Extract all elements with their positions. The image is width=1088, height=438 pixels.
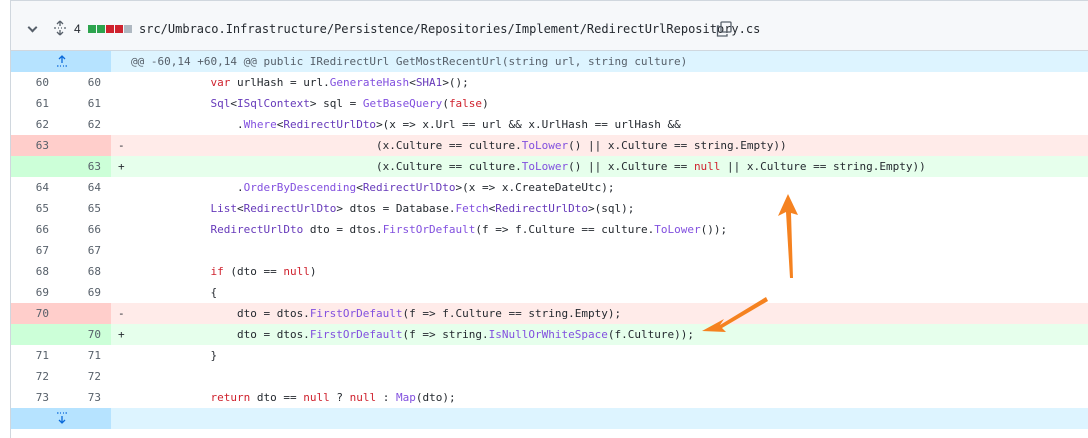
diff-file-frame: 4 src/Umbraco.Infrastructure/Persistence… [10, 0, 1088, 438]
context-line-row: 69 69 { [11, 282, 1088, 303]
changed-lines-count: 4 [74, 22, 81, 36]
context-line-row: 67 67 [11, 240, 1088, 261]
code-line: (x.Culture == culture.ToLower() || x.Cul… [131, 160, 926, 173]
code-line: .OrderByDescending<RedirectUrlDto>(x => … [131, 181, 615, 194]
context-line-row: 71 71 } [11, 345, 1088, 366]
code-line: (x.Culture == culture.ToLower() || x.Cul… [131, 139, 787, 152]
old-line-number[interactable]: 69 [11, 282, 49, 303]
code-line: RedirectUrlDto dto = dtos.FirstOrDefault… [210, 223, 728, 236]
code-line: return dto == null ? null : Map(dto); [210, 391, 456, 404]
new-line-number[interactable]: 66 [61, 219, 101, 240]
new-line-number[interactable]: 70 [61, 324, 101, 345]
new-line-number[interactable]: 65 [61, 198, 101, 219]
code-line: dto = dtos.FirstOrDefault(f => string.Is… [131, 328, 694, 341]
context-line-row: 65 65 List<RedirectUrlDto> dtos = Databas… [11, 198, 1088, 219]
new-line-number[interactable]: 60 [61, 72, 101, 93]
context-line-row: 66 66 RedirectUrlDto dto = dtos.FirstOrDe… [11, 219, 1088, 240]
copy-icon[interactable] [716, 21, 732, 37]
new-line-number[interactable]: 68 [61, 261, 101, 282]
new-line-number[interactable]: 72 [61, 366, 101, 387]
diff-sign: + [118, 160, 125, 173]
new-line-number[interactable]: 64 [61, 177, 101, 198]
old-line-number[interactable]: 63 [11, 135, 49, 156]
new-line-number[interactable] [61, 303, 101, 324]
old-line-number[interactable] [11, 324, 49, 345]
code-line: List<RedirectUrlDto> dtos = Database.Fet… [210, 202, 635, 215]
diffstat-block [115, 25, 123, 33]
hunk-expander[interactable] [11, 51, 111, 72]
hunk-header-text: @@ -60,14 +60,14 @@ public IRedirectUrl … [131, 55, 688, 68]
diff-sign: - [118, 139, 125, 152]
new-line-number[interactable]: 69 [61, 282, 101, 303]
new-line-number[interactable]: 62 [61, 114, 101, 135]
new-line-number[interactable]: 63 [61, 156, 101, 177]
old-line-number[interactable]: 62 [11, 114, 49, 135]
context-line-row: 72 72 [11, 366, 1088, 387]
new-line-number[interactable]: 67 [61, 240, 101, 261]
old-line-number[interactable]: 64 [11, 177, 49, 198]
context-line-row: 73 73 return dto == null ? null : Map(dto… [11, 387, 1088, 408]
code-line: } [131, 349, 218, 362]
old-line-number[interactable]: 61 [11, 93, 49, 114]
old-line-number[interactable]: 71 [11, 345, 49, 366]
context-line-row: 60 60 var urlHash = url.GenerateHash<SHA1… [11, 72, 1088, 93]
bottom-expander-row [11, 408, 1088, 429]
expand-up-icon[interactable] [56, 55, 68, 67]
added-line-row: 63 + (x.Culture == culture.ToLower() || x… [11, 156, 1088, 177]
diffstat-block [124, 25, 132, 33]
file-header: 4 src/Umbraco.Infrastructure/Persistence… [11, 1, 1088, 51]
new-line-number[interactable] [61, 135, 101, 156]
added-line-row: 70 + dto = dtos.FirstOrDefault(f => strin… [11, 324, 1088, 345]
context-line-row: 68 68 if (dto == null) [11, 261, 1088, 282]
hunk-expander[interactable] [11, 408, 111, 429]
new-line-number[interactable]: 71 [61, 345, 101, 366]
new-line-number[interactable]: 61 [61, 93, 101, 114]
diff-sign: + [118, 328, 125, 341]
diffstat-block [88, 25, 96, 33]
deleted-line-row: 70 - dto = dtos.FirstOrDefault(f => f.Cul… [11, 303, 1088, 324]
context-line-row: 62 62 .Where<RedirectUrlDto>(x => x.Url =… [11, 114, 1088, 135]
expand-down-icon[interactable] [56, 412, 68, 424]
diff-sign: - [118, 307, 125, 320]
old-line-number[interactable]: 65 [11, 198, 49, 219]
new-line-number[interactable]: 73 [61, 387, 101, 408]
old-line-number[interactable]: 70 [11, 303, 49, 324]
context-line-row: 61 61 Sql<ISqlContext> sql = GetBaseQuery… [11, 93, 1088, 114]
hunk-header-row: @@ -60,14 +60,14 @@ public IRedirectUrl … [11, 51, 1088, 72]
annotation-arrow-up [778, 194, 798, 278]
code-line: if (dto == null) [210, 265, 317, 278]
code-line: Sql<ISqlContext> sql = GetBaseQuery(fals… [210, 97, 489, 110]
annotation-arrow-left [702, 297, 768, 332]
old-line-number[interactable]: 60 [11, 72, 49, 93]
old-line-number[interactable] [11, 156, 49, 177]
code-line: dto = dtos.FirstOrDefault(f => f.Culture… [131, 307, 622, 320]
code-line: { [131, 286, 218, 299]
unfold-icon[interactable] [53, 20, 67, 36]
old-line-number[interactable]: 66 [11, 219, 49, 240]
file-path[interactable]: src/Umbraco.Infrastructure/Persistence/R… [139, 22, 760, 36]
context-line-row: 64 64 .OrderByDescending<RedirectUrlDto>(… [11, 177, 1088, 198]
diffstat-block [106, 25, 114, 33]
diffstat-block [97, 25, 105, 33]
diff-table: @@ -60,14 +60,14 @@ public IRedirectUrl … [11, 51, 1088, 429]
old-line-number[interactable]: 68 [11, 261, 49, 282]
chevron-down-icon[interactable] [27, 22, 38, 33]
old-line-number[interactable]: 73 [11, 387, 49, 408]
code-line: .Where<RedirectUrlDto>(x => x.Url == url… [131, 118, 681, 131]
old-line-number[interactable]: 72 [11, 366, 49, 387]
deleted-line-row: 63 - (x.Culture == culture.ToLower() || x… [11, 135, 1088, 156]
code-line: var urlHash = url.GenerateHash<SHA1>(); [210, 76, 469, 89]
old-line-number[interactable]: 67 [11, 240, 49, 261]
